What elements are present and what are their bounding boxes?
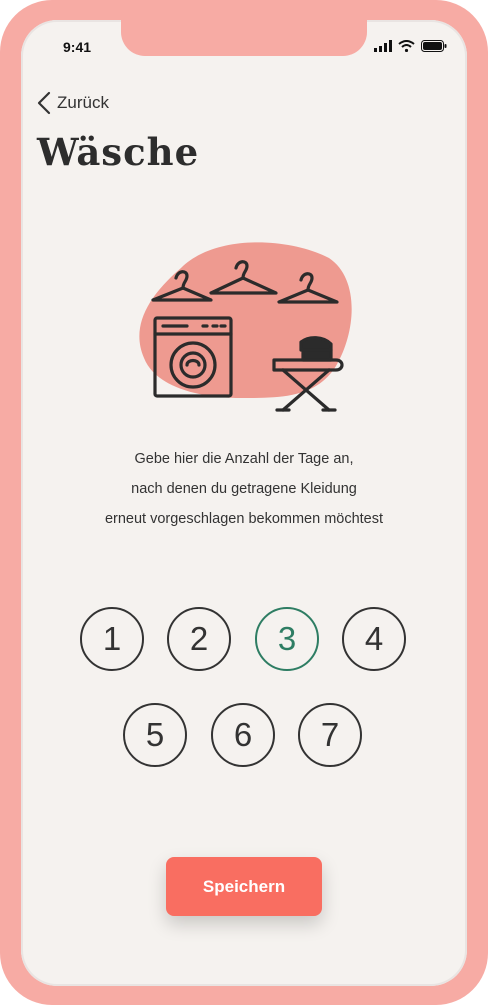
wifi-icon	[398, 40, 415, 52]
page-title: Wäsche	[37, 130, 200, 174]
day-option-1[interactable]: 1	[80, 607, 144, 671]
laundry-illustration	[139, 242, 352, 412]
day-option-2[interactable]: 2	[167, 607, 231, 671]
back-label: Zurück	[57, 93, 109, 112]
save-button[interactable]: Speichern	[166, 857, 322, 916]
description-text: Gebe hier die Anzahl der Tage an, nach d…	[21, 444, 467, 534]
description-line: Gebe hier die Anzahl der Tage an,	[134, 451, 354, 467]
signal-icon	[374, 40, 392, 52]
description-line: erneut vorgeschlagen bekommen möchtest	[104, 511, 384, 527]
device-frame: 9:41 Zurück Wäsche Gebe hier die Anzahl …	[0, 0, 488, 1005]
device-notch	[121, 20, 367, 56]
day-option-7[interactable]: 7	[298, 703, 362, 767]
battery-icon	[421, 40, 447, 52]
status-time: 9:41	[63, 39, 92, 55]
back-button[interactable]: Zurück	[37, 91, 109, 115]
status-icons	[374, 40, 447, 52]
day-option-4[interactable]: 4	[342, 607, 406, 671]
day-option-6[interactable]: 6	[211, 703, 275, 767]
description-line: nach denen du getragene Kleidung	[131, 481, 357, 497]
day-option-3[interactable]: 3	[255, 607, 319, 671]
app-screen: 9:41 Zurück Wäsche Gebe hier die Anzahl …	[21, 20, 467, 986]
chevron-left-icon	[37, 91, 51, 115]
day-option-5[interactable]: 5	[123, 703, 187, 767]
